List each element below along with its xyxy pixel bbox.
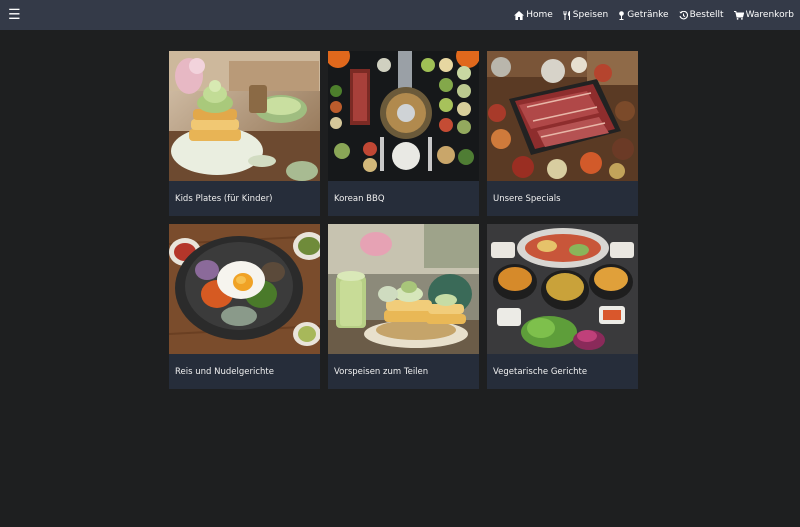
drink-icon [618,10,625,20]
menu-icon[interactable]: ☰ [8,8,21,22]
nav-warenkorb[interactable]: Warenkorb [733,10,794,20]
nav-links: Home Speisen Getränke Bestellt Warenkorb [514,10,794,20]
nav-getraenke-label: Getränke [627,10,669,20]
nav-getraenke[interactable]: Getränke [618,10,669,20]
category-card-kids-plates[interactable]: Kids Plates (für Kinder) [169,51,320,216]
utensils-icon [563,10,571,20]
grilled-meat-platter-image [487,51,638,181]
category-card-title: Vorspeisen zum Teilen [334,366,429,377]
pancakes-cafe-image [328,224,479,354]
nav-speisen-label: Speisen [572,10,609,20]
vegetable-stews-image [487,224,638,354]
korean-bbq-table-image [328,51,479,181]
pancakes-matcha-image [169,51,320,181]
history-icon [678,10,688,20]
category-card-title: Reis und Nudelgerichte [175,366,274,377]
home-icon [514,10,525,20]
bibimbap-bowl-image [169,224,320,354]
category-card-title: Unsere Specials [493,193,561,204]
category-card-unsere-specials[interactable]: Unsere Specials [487,51,638,216]
cart-icon [733,10,744,20]
category-card-title: Kids Plates (für Kinder) [175,193,273,204]
nav-bestellt[interactable]: Bestellt [678,10,724,20]
nav-home-label: Home [526,10,553,20]
nav-speisen[interactable]: Speisen [563,10,608,20]
category-card-vegetarische-gerichte[interactable]: Vegetarische Gerichte [487,224,638,389]
nav-home[interactable]: Home [514,10,553,20]
nav-bestellt-label: Bestellt [689,10,724,20]
nav-warenkorb-label: Warenkorb [745,10,794,20]
category-card-korean-bbq[interactable]: Korean BBQ [328,51,479,216]
category-card-title: Korean BBQ [334,193,385,204]
category-card-reis-und-nudelgerichte[interactable]: Reis und Nudelgerichte [169,224,320,389]
top-navbar: ☰ Home Speisen Getränke Bestellt Warenko… [0,0,800,30]
category-card-vorspeisen-zum-teilen[interactable]: Vorspeisen zum Teilen [328,224,479,389]
category-card-title: Vegetarische Gerichte [493,366,588,377]
category-grid: Kids Plates (für Kinder) Korean BBQ Unse… [169,51,638,389]
